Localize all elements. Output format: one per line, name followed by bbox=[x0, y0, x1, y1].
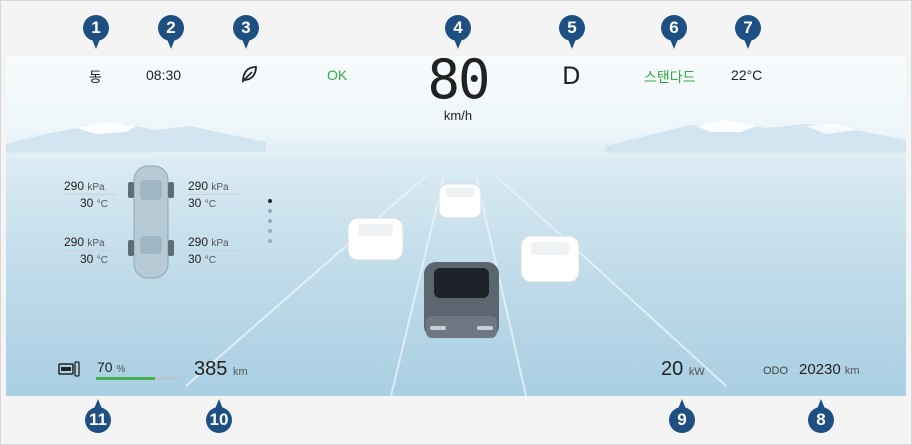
callout-marker-8: 8 bbox=[808, 399, 834, 433]
system-status: OK bbox=[327, 67, 348, 83]
gear-indicator: D bbox=[562, 62, 581, 90]
left-car bbox=[347, 217, 404, 261]
tire-fl-pressure: 290 kPa bbox=[64, 179, 105, 193]
tire-rr-temp: 30 °C bbox=[188, 252, 216, 266]
mountain-left bbox=[6, 124, 266, 154]
tire-rr-divider bbox=[188, 250, 240, 251]
odo-label: ODO bbox=[763, 365, 789, 377]
battery-bar-track bbox=[96, 377, 180, 380]
drive-mode: 스탠다드 bbox=[644, 69, 696, 85]
mountain-right bbox=[606, 122, 906, 154]
compass-direction: 동 bbox=[89, 69, 102, 85]
callout-marker-7: 7 bbox=[735, 15, 761, 49]
callout-marker-4: 4 bbox=[445, 15, 471, 49]
tire-rl-divider bbox=[64, 250, 116, 251]
callout-marker-11: 11 bbox=[85, 399, 111, 433]
tire-fl-temp: 30 °C bbox=[80, 196, 108, 210]
odo-readout: 20230 km bbox=[799, 361, 860, 378]
tire-fr-temp: 30 °C bbox=[188, 196, 216, 210]
outside-temperature: 22°C bbox=[731, 67, 763, 83]
ego-car bbox=[424, 262, 499, 338]
battery-icon bbox=[58, 361, 80, 382]
callout-marker-1: 1 bbox=[83, 15, 109, 49]
tire-rl-pressure: 290 kPa bbox=[64, 235, 105, 249]
clock-time: 08:30 bbox=[146, 67, 182, 83]
battery-percent: 70 % bbox=[97, 359, 126, 375]
speed-unit: km/h bbox=[443, 108, 473, 123]
right-car bbox=[520, 235, 580, 283]
callout-marker-9: 9 bbox=[669, 399, 695, 433]
callout-marker-3: 3 bbox=[233, 15, 259, 49]
car-top-view bbox=[128, 165, 174, 279]
page-dots bbox=[268, 199, 272, 243]
callout-marker-10: 10 bbox=[206, 399, 232, 433]
speed-value: 80 bbox=[427, 48, 490, 111]
dashboard-frame: 290 kPa 30 °C 290 kPa 30 °C 290 kPa 30 °… bbox=[0, 0, 912, 445]
tire-fr-pressure: 290 kPa bbox=[188, 179, 229, 193]
lead-car bbox=[438, 183, 482, 219]
callout-marker-2: 2 bbox=[158, 15, 184, 49]
callout-marker-6: 6 bbox=[661, 15, 687, 49]
callout-marker-5: 5 bbox=[559, 15, 585, 49]
leaf-icon bbox=[239, 64, 259, 89]
range-readout: 385 km bbox=[194, 358, 248, 380]
power-readout: 20 kW bbox=[661, 358, 705, 380]
battery-bar-fill bbox=[96, 377, 155, 380]
tire-rl-temp: 30 °C bbox=[80, 252, 108, 266]
tire-fr-divider bbox=[188, 194, 240, 195]
tire-fl-divider bbox=[64, 194, 116, 195]
tire-rr-pressure: 290 kPa bbox=[188, 235, 229, 249]
